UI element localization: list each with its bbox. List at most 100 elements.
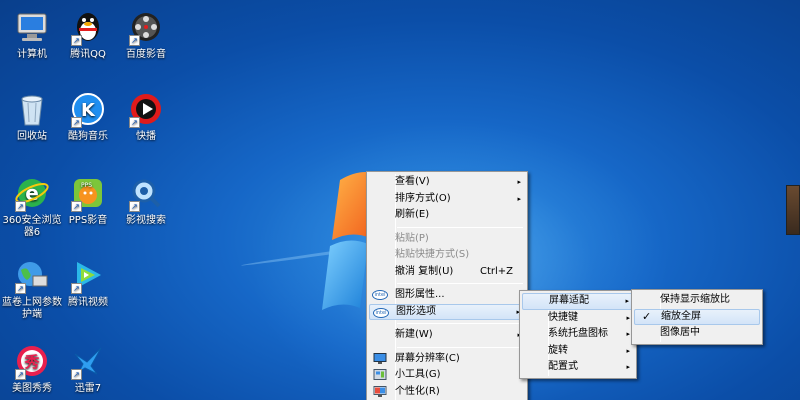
desktop-icon-kugou[interactable]: K ↗ 酷狗音乐 (56, 90, 120, 143)
menu-item-label: 小工具(G) (395, 369, 441, 380)
graphics-options-submenu: 屏幕适配 ▸ 快捷键 ▸ 系统托盘图标 ▸ 旋转 ▸ 配置式 ▸ (519, 290, 637, 379)
menu-item-label: 缩放全屏 (661, 310, 701, 322)
desktop-icon-qvod[interactable]: ↗ 快播 (114, 90, 178, 143)
menu-item-graphics-properties[interactable]: intel 图形属性... (369, 287, 525, 304)
menu-item-center-image[interactable]: 图像居中 (634, 325, 760, 342)
menu-item-graphics-options[interactable]: intel图形选项▸ (369, 303, 525, 320)
desktop-icon-tencent-video[interactable]: ↗ 腾讯视频 (56, 256, 120, 309)
network-globe-icon: ↗ (13, 256, 51, 294)
menu-item-scale-full-screen[interactable]: ✓ 缩放全屏 (634, 308, 760, 325)
desktop-icon-label: 计算机 (17, 49, 47, 60)
menu-item-sort-by[interactable]: 排序方式(O) ▸ (369, 191, 525, 208)
submenu-arrow-icon: ▸ (626, 313, 630, 322)
menu-item-label: 刷新(E) (395, 209, 430, 220)
intel-icon: intel (372, 290, 388, 300)
gadgets-icon (373, 369, 387, 380)
shortcut-arrow-icon: ↗ (15, 369, 26, 380)
shortcut-arrow-icon: ↗ (129, 117, 140, 128)
menu-item-undo-copy[interactable]: 撤消 复制(U) Ctrl+Z (369, 264, 525, 281)
qvod-play-icon: ↗ (127, 90, 165, 128)
menu-item-display-fit[interactable]: 屏幕适配 ▸ (522, 293, 634, 310)
menu-item-gadgets[interactable]: 小工具(G) (369, 367, 525, 384)
desktop-icon-label: 腾讯QQ (70, 49, 106, 60)
menu-item-profiles[interactable]: 配置式 ▸ (522, 359, 634, 376)
shortcut-arrow-icon: ↗ (71, 35, 82, 46)
browser-e-icon: e ↗ (13, 174, 51, 212)
shortcut-arrow-icon: ↗ (71, 117, 82, 128)
personalize-icon (373, 385, 387, 397)
shortcut-arrow-icon: ↗ (129, 201, 140, 212)
desktop-context-menu: 查看(V) ▸ 排序方式(O) ▸ 刷新(E) 粘贴(P) 粘贴快捷方式(S) 撤消… (366, 171, 528, 400)
shortcut-arrow-icon: ↗ (71, 369, 82, 380)
menu-item-refresh[interactable]: 刷新(E) (369, 207, 525, 224)
menu-item-label: 查看(V) (395, 176, 430, 187)
desktop-icon-pps[interactable]: PPS ↗ PPS影音 (56, 174, 120, 227)
desktop-icon-label: 快播 (136, 131, 156, 142)
menu-item-new[interactable]: 新建(W)▸ (369, 327, 525, 344)
menu-item-label: 配置式 (548, 361, 578, 372)
desktop-icon-baidu-player[interactable]: ↗ 百度影音 (114, 8, 178, 61)
menu-item-label: 新建(W) (395, 329, 433, 340)
desktop-icon-label: 回收站 (17, 131, 47, 142)
menu-item-label: 旋转 (548, 344, 568, 356)
thunder-bird-icon: ↗ (69, 342, 107, 380)
submenu-arrow-icon: ▸ (517, 178, 521, 186)
submenu-arrow-icon: ▸ (626, 330, 630, 338)
submenu-arrow-icon: ▸ (625, 297, 629, 305)
menu-item-label: 快捷键 (548, 311, 578, 323)
svg-text:秀: 秀 (23, 353, 40, 371)
desktop-icon-recycle-bin[interactable]: 回收站 (0, 90, 64, 143)
desktop-icon-network-client[interactable]: ↗ 蓝卷上网参数护端 (0, 256, 64, 321)
checkmark-icon: ✓ (642, 309, 652, 323)
shortcut-arrow-icon: ↗ (71, 283, 82, 294)
desktop-icon-computer[interactable]: 计算机 (0, 8, 64, 61)
computer-icon (13, 8, 51, 46)
desktop-icon-label: 百度影音 (126, 49, 166, 60)
film-search-icon: ↗ (127, 174, 165, 212)
shortcut-arrow-icon: ↗ (71, 201, 82, 212)
desktop-icon-360-browser[interactable]: e ↗ 360安全浏览器6 (0, 174, 64, 239)
menu-item-label: 系统托盘图标 (548, 328, 608, 339)
menu-item-label: 图形选项 (396, 305, 436, 317)
desktop-icon-label: 美图秀秀 (12, 383, 52, 394)
menu-item-label: 图形属性... (395, 289, 445, 300)
desktop-icon-label: 酷狗音乐 (68, 131, 108, 142)
menu-item-rotation[interactable]: 旋转 ▸ (522, 343, 634, 360)
desktop-icon-qq[interactable]: ↗ 腾讯QQ (56, 8, 120, 61)
menu-separator (397, 283, 523, 284)
desktop-icon-film-search[interactable]: ↗ 影视搜索 (114, 174, 178, 227)
menu-separator (397, 323, 523, 324)
menu-item-label: 排序方式(O) (395, 192, 451, 204)
display-fit-submenu: 保持显示缩放比 ✓ 缩放全屏 图像居中 (631, 289, 763, 345)
desktop-icon-label: 影视搜索 (126, 215, 166, 226)
intel-icon: intel (373, 307, 389, 318)
submenu-arrow-icon: ▸ (517, 194, 521, 203)
desktop-icon-label: PPS影音 (68, 215, 108, 226)
desktop-icon-label: 360安全浏览器6 (2, 215, 62, 238)
menu-item-label: 保持显示缩放比 (660, 294, 730, 305)
shortcut-arrow-icon: ↗ (15, 201, 26, 212)
desktop-icon-meitu[interactable]: 秀 ↗ 美图秀秀 (0, 342, 64, 395)
menu-separator (397, 346, 523, 348)
menu-item-view[interactable]: 查看(V) ▸ (369, 174, 525, 191)
menu-item-hotkeys[interactable]: 快捷键 ▸ (522, 310, 634, 327)
desktop-icon-label: 迅雷7 (74, 383, 102, 394)
desktop-icon-xunlei[interactable]: ↗ 迅雷7 (56, 342, 120, 395)
menu-separator (397, 226, 523, 228)
menu-item-label: 粘贴快捷方式(S) (395, 249, 470, 260)
menu-item-label: 图像居中 (660, 327, 700, 338)
menu-item-keep-aspect-ratio[interactable]: 保持显示缩放比 (634, 292, 760, 309)
recycle-bin-icon (13, 90, 51, 128)
svg-text:PPS: PPS (81, 182, 92, 189)
window-thumbnail-edge (786, 185, 800, 235)
menu-item-tray-icon[interactable]: 系统托盘图标 ▸ (522, 326, 634, 343)
pps-icon: PPS ↗ (69, 174, 107, 212)
submenu-arrow-icon: ▸ (626, 346, 630, 355)
meitu-xiu-icon: 秀 ↗ (13, 342, 51, 380)
tencent-video-icon: ↗ (69, 256, 107, 294)
qq-penguin-icon: ↗ (69, 8, 107, 46)
menu-item-label: 个性化(R) (395, 385, 440, 397)
menu-item-personalize[interactable]: 个性化(R) (369, 384, 525, 400)
menu-item-paste: 粘贴(P) (369, 231, 525, 248)
menu-item-screen-resolution[interactable]: 屏幕分辨率(C) (369, 351, 525, 368)
